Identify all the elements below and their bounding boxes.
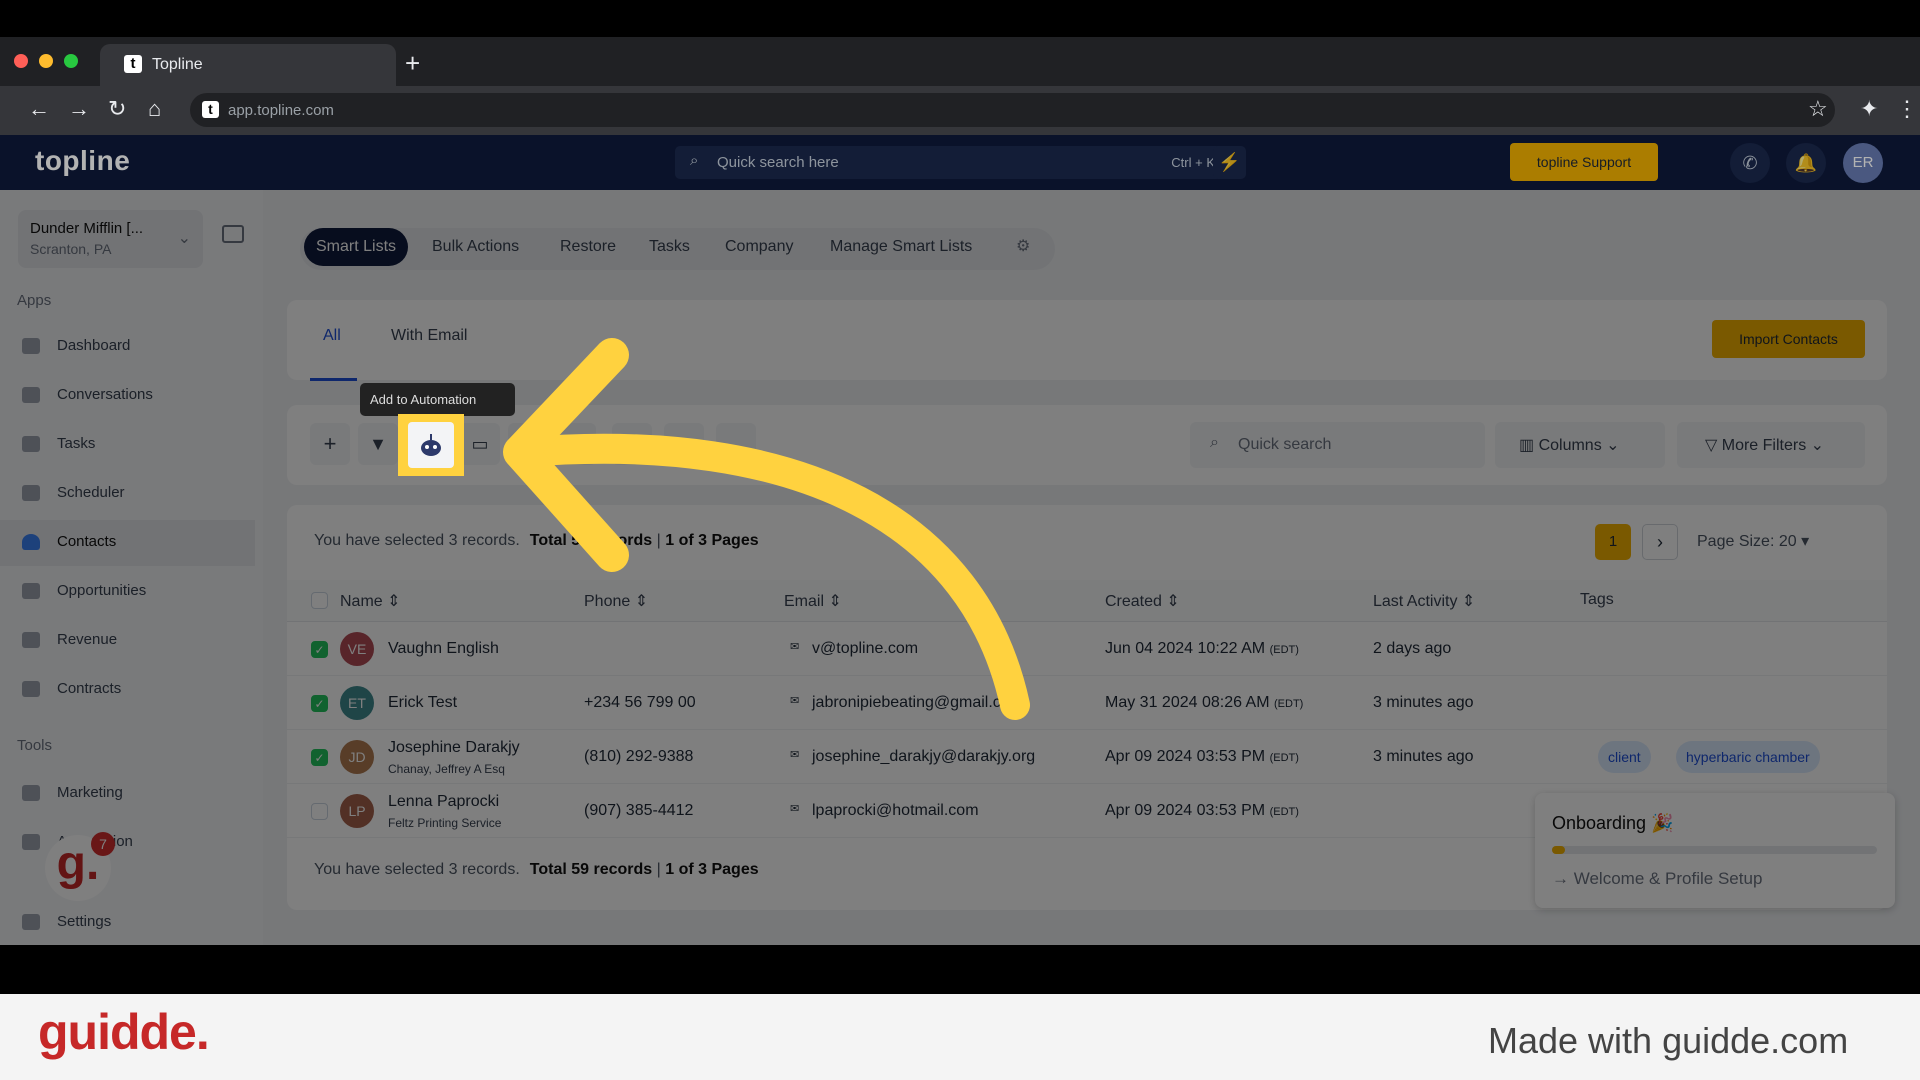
callout-arrow (503, 338, 1030, 720)
made-with-text: Made with guidde.com (1488, 1020, 1849, 1061)
arrow-shaft (510, 433, 1030, 720)
guidde-logo: guidde. (38, 1004, 210, 1060)
bottom-bar (0, 945, 1920, 994)
